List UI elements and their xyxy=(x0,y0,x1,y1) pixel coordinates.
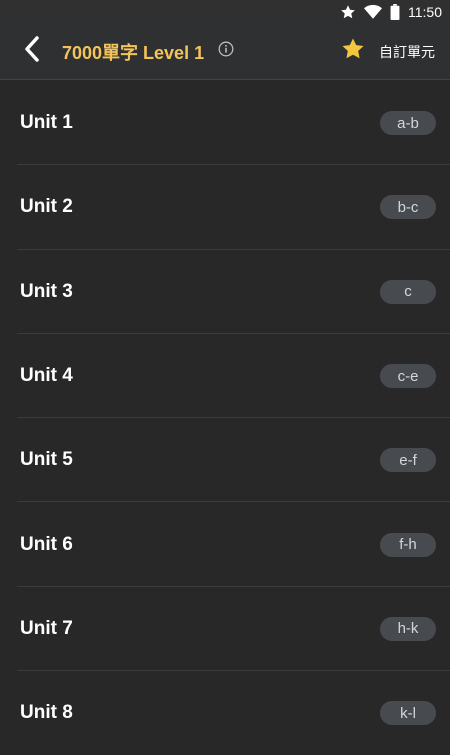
unit-label: Unit 3 xyxy=(20,280,73,302)
app-bar: 7000單字 Level 1 自訂單元 xyxy=(0,24,450,80)
status-bar: 11:50 xyxy=(0,0,450,24)
custom-unit-button[interactable]: 自訂單元 xyxy=(379,42,435,62)
star-icon xyxy=(340,4,356,20)
unit-label: Unit 4 xyxy=(20,365,73,387)
star-icon xyxy=(341,37,365,66)
unit-label: Unit 6 xyxy=(20,533,73,555)
chevron-left-icon xyxy=(22,35,42,68)
wifi-icon xyxy=(364,4,382,20)
info-icon xyxy=(218,41,234,62)
list-item[interactable]: Unit 8 k-l xyxy=(0,671,450,755)
list-item[interactable]: Unit 4 c-e xyxy=(0,334,450,419)
range-badge: h-k xyxy=(380,616,436,641)
range-badge: f-h xyxy=(380,532,436,557)
list-item[interactable]: Unit 3 c xyxy=(0,250,450,335)
range-badge: c-e xyxy=(380,364,436,389)
range-badge: e-f xyxy=(380,448,436,473)
list-item[interactable]: Unit 2 b-c xyxy=(0,165,450,250)
back-button[interactable] xyxy=(8,24,56,80)
info-button[interactable] xyxy=(214,40,238,64)
list-item[interactable]: Unit 7 h-k xyxy=(0,587,450,672)
status-time: 11:50 xyxy=(408,4,442,20)
range-badge: a-b xyxy=(380,111,436,136)
page-title: 7000單字 Level 1 xyxy=(62,42,205,63)
range-badge: k-l xyxy=(380,701,436,726)
favorites-button[interactable] xyxy=(337,36,369,68)
list-item[interactable]: Unit 5 e-f xyxy=(0,418,450,503)
list-item[interactable]: Unit 6 f-h xyxy=(0,502,450,588)
unit-label: Unit 8 xyxy=(20,702,73,724)
list-item[interactable]: Unit 1 a-b xyxy=(0,81,450,166)
unit-label: Unit 2 xyxy=(20,196,73,218)
unit-list: Unit 1 a-b Unit 2 b-c Unit 3 c Unit 4 c-… xyxy=(0,81,450,755)
range-badge: b-c xyxy=(380,195,436,220)
battery-icon xyxy=(390,4,400,20)
range-badge: c xyxy=(380,279,436,304)
unit-label: Unit 5 xyxy=(20,449,73,471)
unit-label: Unit 7 xyxy=(20,617,73,639)
unit-label: Unit 1 xyxy=(20,112,73,134)
